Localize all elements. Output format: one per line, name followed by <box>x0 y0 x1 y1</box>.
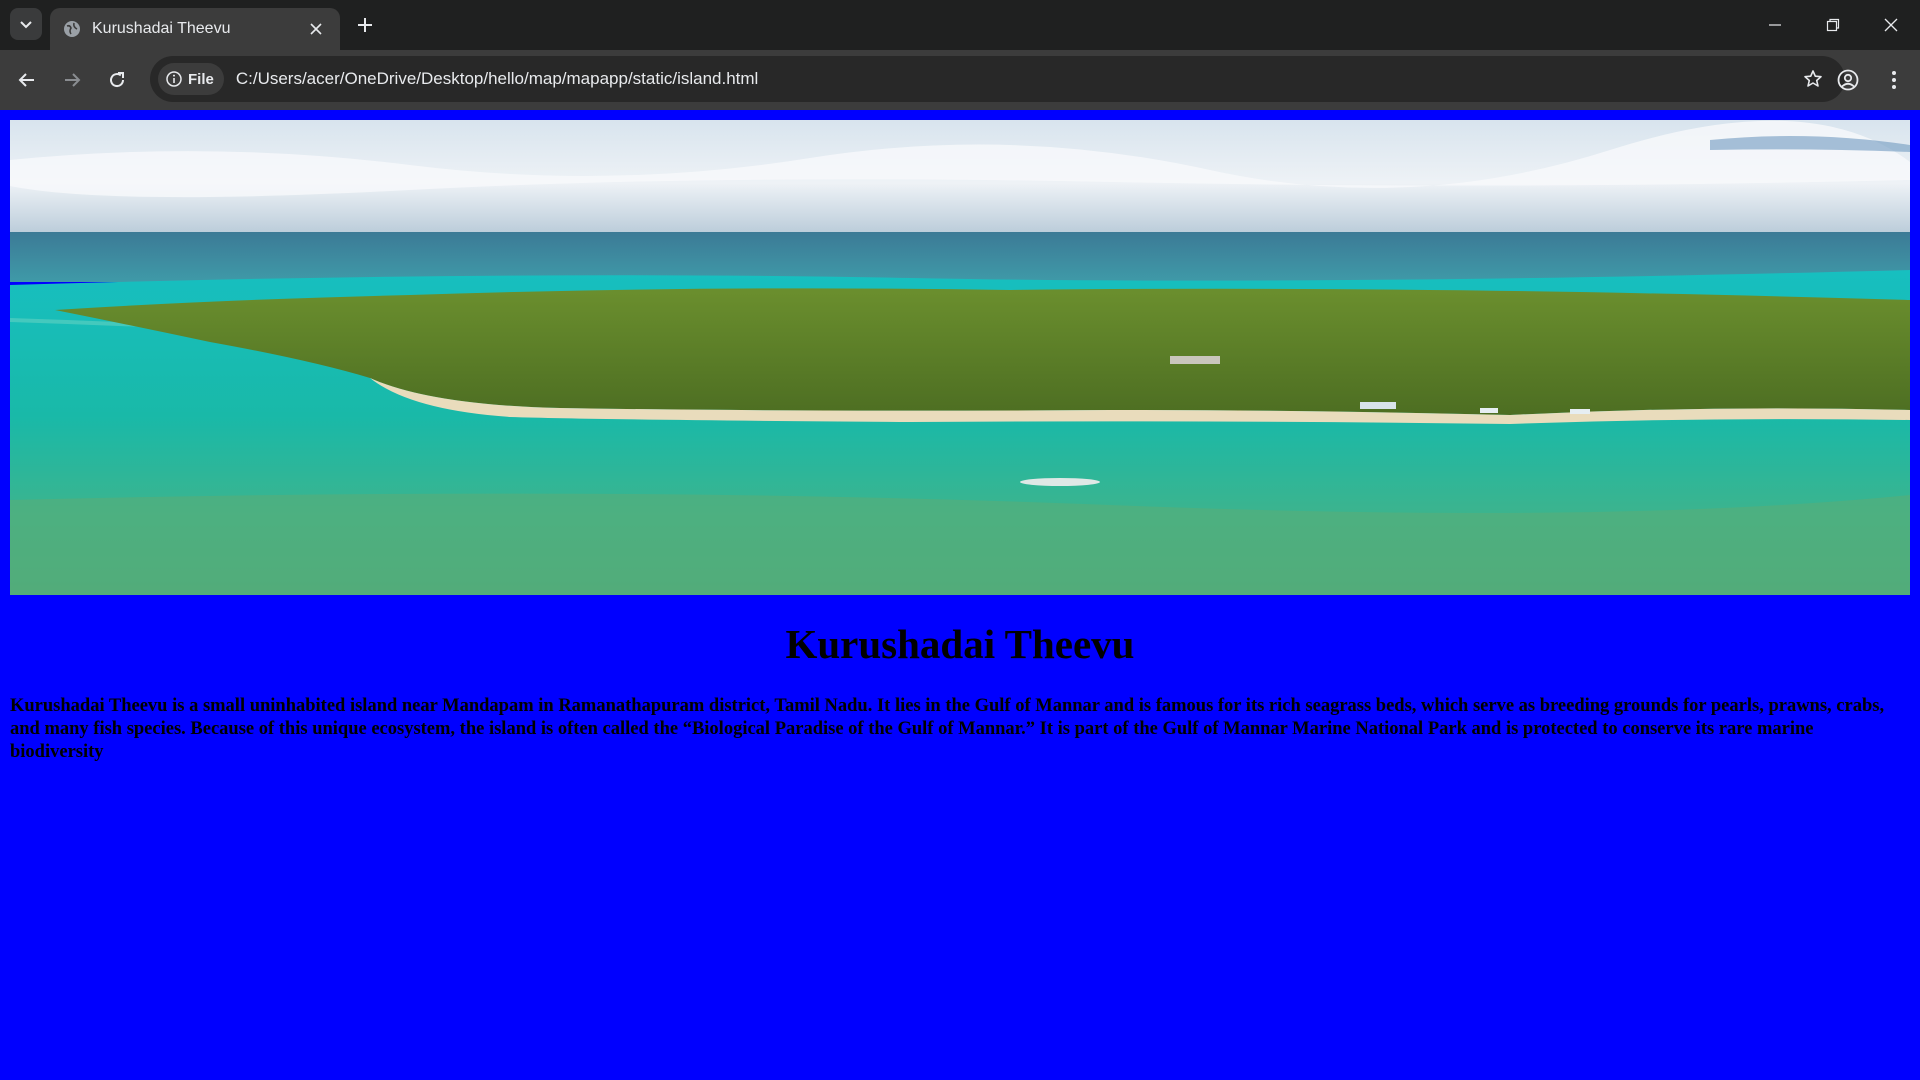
arrow-left-icon <box>18 73 34 87</box>
globe-icon <box>62 19 82 39</box>
plus-icon <box>358 18 372 32</box>
page-content: Kurushadai Theevu Kurushadai Theevu is a… <box>0 110 1920 1080</box>
minimize-button[interactable] <box>1746 0 1804 50</box>
page-title: Kurushadai Theevu <box>785 621 1135 667</box>
tab-active[interactable]: Kurushadai Theevu <box>50 8 340 50</box>
star-icon <box>1804 70 1822 87</box>
page-description: Kurushadai Theevu is a small uninhabited… <box>10 696 1885 762</box>
restore-button[interactable] <box>1804 0 1862 50</box>
reload-button[interactable] <box>99 62 135 98</box>
tab-search-button[interactable] <box>10 8 42 40</box>
site-chip-label: File <box>188 70 214 88</box>
reload-icon <box>110 72 125 88</box>
browser-toolbar: File C:/Users/acer/OneDrive/Desktop/hell… <box>0 50 1920 110</box>
island-photo <box>10 120 1910 595</box>
account-icon <box>1837 69 1859 91</box>
tab-title: Kurushadai Theevu <box>92 20 231 37</box>
tab-strip: Kurushadai Theevu <box>0 0 1920 50</box>
site-info-chip[interactable]: File <box>158 63 224 95</box>
forward-button[interactable] <box>54 62 90 98</box>
back-button[interactable] <box>9 62 45 98</box>
browser-window: Kurushadai Theevu File C:/Users/acer/One… <box>0 0 1920 1080</box>
more-vert-icon <box>1892 71 1896 89</box>
arrow-right-icon <box>65 73 81 87</box>
close-icon[interactable] <box>304 17 328 41</box>
bookmark-button[interactable] <box>1799 65 1827 93</box>
info-icon <box>166 71 182 87</box>
chevron-down-icon <box>20 21 32 29</box>
close-window-icon <box>1884 18 1898 32</box>
minimize-icon <box>1769 24 1781 26</box>
window-controls <box>1746 0 1920 50</box>
new-tab-button[interactable] <box>352 12 378 38</box>
url-text[interactable]: C:/Users/acer/OneDrive/Desktop/hello/map… <box>236 69 759 89</box>
profile-button[interactable] <box>1830 62 1866 98</box>
restore-icon <box>1826 18 1840 32</box>
address-bar[interactable]: File C:/Users/acer/OneDrive/Desktop/hell… <box>150 56 1845 102</box>
menu-button[interactable] <box>1876 62 1912 98</box>
close-window-button[interactable] <box>1862 0 1920 50</box>
